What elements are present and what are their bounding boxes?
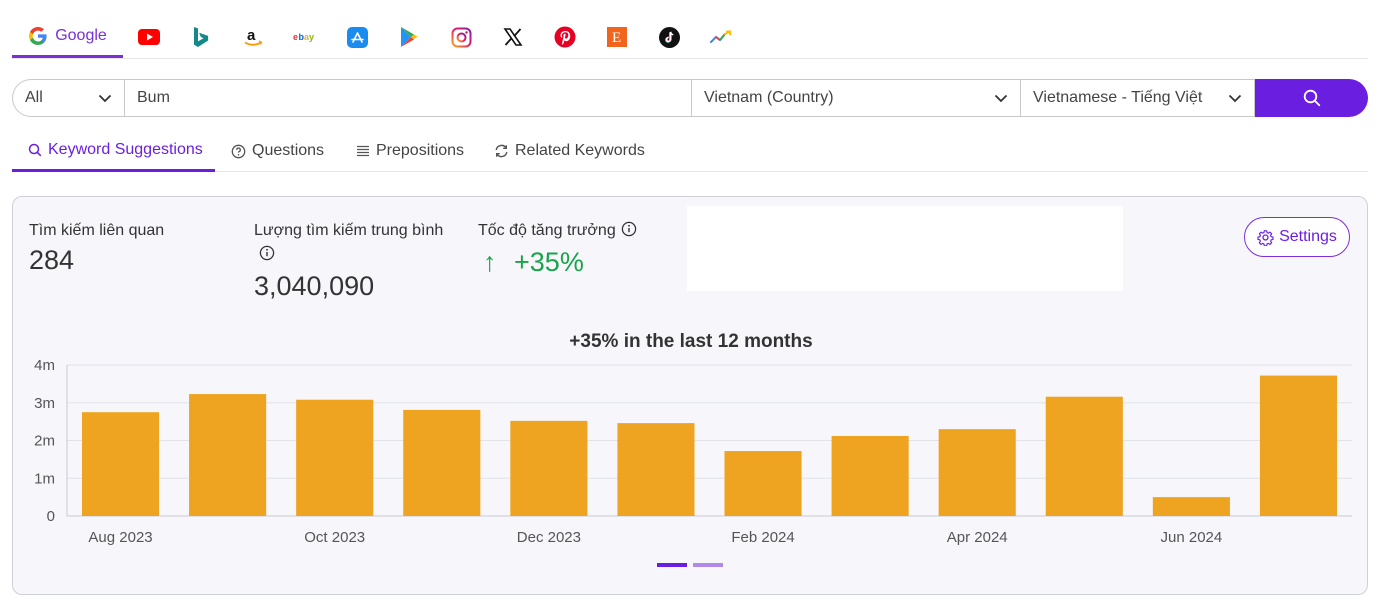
tab-related-keywords[interactable]: Related Keywords [494,131,645,171]
tab-prepositions[interactable]: Prepositions [356,131,464,171]
keyword-input[interactable] [137,89,679,107]
engine-tab-instagram[interactable] [448,16,474,58]
engine-label-google: Google [55,26,107,44]
bar [1259,375,1338,516]
x-tick-label: Dec 2023 [517,529,581,546]
x-tick-label: Feb 2024 [731,529,794,546]
country-select[interactable]: Vietnam (Country) [691,79,1020,117]
engine-tab-pinterest[interactable] [552,16,578,58]
pinterest-icon [554,26,576,48]
list-icon [357,145,369,156]
tab-questions[interactable]: Questions [231,131,324,171]
svg-text:y: y [309,32,314,42]
svg-text:e: e [293,32,298,42]
tab-label: Questions [252,142,325,159]
google-play-icon [401,27,418,47]
keyword-input-wrapper [124,79,691,117]
result-type-tabs: Keyword Suggestions Questions Prepositio… [12,131,1368,172]
y-tick-label: 0 [47,508,55,525]
chevron-down-icon [98,94,112,102]
svg-text:a: a [247,27,256,44]
chevron-down-icon [994,94,1008,102]
search-button[interactable] [1255,79,1368,117]
engine-tab-etsy[interactable]: E [604,16,630,58]
search-type-value: All [25,89,43,106]
tab-label: Keyword Suggestions [48,141,203,158]
bar [617,423,695,516]
language-value: Vietnamese - Tiếng Việt [1033,89,1203,106]
engine-tab-x[interactable] [500,16,526,58]
question-circle-icon [231,144,246,158]
bar [1045,396,1123,516]
search-icon [1303,89,1320,107]
x-tick-label: Oct 2023 [304,529,365,546]
engine-tab-trends[interactable] [708,16,734,58]
engine-tab-amazon[interactable]: a [240,16,266,58]
instagram-icon [451,27,471,47]
bar [938,429,1016,516]
engine-tab-google[interactable]: Google [12,16,123,58]
country-value: Vietnam (Country) [704,89,834,106]
monthly-volume-chart: 0 1m 2m 3m 4m Aug 2023 Oct 2023 Dec 2023 Feb 202… [34,357,1352,546]
bar [403,409,481,516]
engine-tab-tiktok[interactable] [656,16,682,58]
etsy-letter: E [612,30,621,46]
search-icon [28,143,42,157]
bar [189,394,267,516]
engine-tab-ebay[interactable]: e b a y [290,16,320,58]
tiktok-icon [658,26,680,48]
pager-dot[interactable] [693,563,723,567]
tab-keyword-suggestions[interactable]: Keyword Suggestions [12,131,215,172]
chart-pager [657,563,727,569]
tab-label: Prepositions [376,142,465,159]
ebay-icon: e b a y [293,32,314,42]
language-select[interactable]: Vietnamese - Tiếng Việt [1020,79,1255,117]
etsy-icon: E [607,27,627,47]
bar [724,451,802,516]
x-icon [503,28,523,46]
refresh-icon [495,144,508,158]
search-type-select[interactable]: All [12,79,124,117]
youtube-icon [138,29,160,45]
search-engine-tabs: Google a e b a y E [12,16,1368,59]
google-icon [29,26,47,45]
bar [296,399,374,516]
trends-icon [710,30,732,43]
engine-tab-youtube[interactable] [134,16,164,58]
bar [81,412,160,516]
search-bar: All Vietnam (Country) Vietnamese - Tiếng… [12,79,1368,117]
app-store-icon [346,26,368,48]
x-tick-label: Jun 2024 [1161,529,1223,546]
overview-card: Tìm kiếm liên quan 284 Lượng tìm kiếm tr… [12,196,1368,595]
engine-tab-app-store[interactable] [344,16,370,58]
amazon-icon: a [244,27,263,46]
chevron-down-icon [1228,94,1242,102]
bar [510,420,588,516]
y-tick-label: 1m [34,470,55,487]
bing-icon [194,27,209,47]
engine-tab-bing[interactable] [188,16,214,58]
bar [1152,497,1230,516]
pager-dot-active[interactable] [657,563,687,567]
engine-tab-google-play[interactable] [396,16,422,58]
x-tick-label: Aug 2023 [88,529,152,546]
y-tick-label: 4m [34,357,55,374]
y-tick-label: 2m [34,433,55,450]
tab-label: Related Keywords [515,142,645,159]
x-tick-label: Apr 2024 [947,529,1008,546]
bar [831,435,909,516]
y-tick-label: 3m [34,395,55,412]
